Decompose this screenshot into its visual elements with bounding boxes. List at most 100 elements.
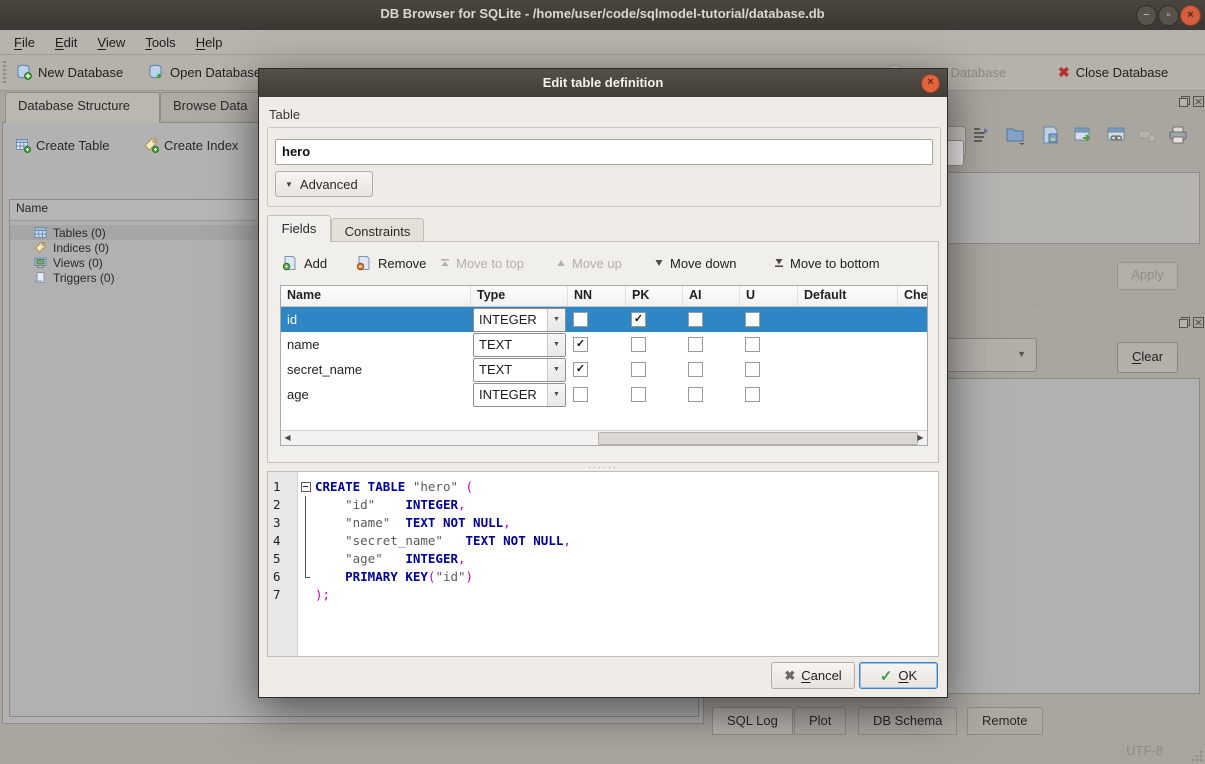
tab-plot-label: Plot — [809, 713, 831, 728]
table-name-input[interactable]: hero — [275, 139, 933, 165]
resize-grip[interactable] — [1191, 750, 1203, 762]
field-type-combo[interactable]: TEXT▼ — [471, 332, 568, 357]
move-to-bottom-button[interactable]: Move to bottom — [774, 250, 880, 276]
cancel-button[interactable]: ✖ Cancel — [771, 662, 855, 689]
grid-header-cell[interactable]: Type — [471, 286, 568, 306]
browser-link-icon[interactable] — [1106, 125, 1126, 145]
fold-marker — [298, 568, 313, 586]
ai-checkbox[interactable] — [688, 337, 703, 352]
toggle-icon[interactable] — [1138, 125, 1158, 145]
tab-db-schema[interactable]: DB Schema — [858, 707, 957, 735]
field-row[interactable]: id INTEGER▼ ✓ — [281, 307, 927, 332]
dock-float-icon[interactable] — [1179, 96, 1190, 107]
field-row[interactable]: secret_name TEXT▼ ✓ — [281, 357, 927, 382]
open-database-button[interactable]: Open Database — [142, 59, 267, 85]
tab-fields[interactable]: Fields — [267, 215, 331, 242]
scrollbar-thumb[interactable] — [598, 432, 918, 445]
chevron-down-icon[interactable]: ▼ — [547, 334, 565, 356]
menu-help[interactable]: Help — [186, 32, 233, 53]
u-checkbox[interactable] — [745, 337, 760, 352]
grid-header-cell[interactable]: AI — [683, 286, 740, 306]
open-database-icon — [148, 64, 164, 80]
field-type-combo[interactable]: TEXT▼ — [471, 357, 568, 382]
new-database-button[interactable]: New Database — [10, 59, 129, 85]
tab-constraints[interactable]: Constraints — [331, 218, 424, 242]
sql-fold-margin[interactable] — [298, 472, 313, 656]
chevron-down-icon[interactable]: ▼ — [547, 384, 565, 406]
scroll-right-icon[interactable]: ▶ — [914, 432, 927, 444]
grid-header-cell[interactable]: Name — [281, 286, 471, 306]
format-sql-icon[interactable] — [972, 125, 992, 145]
ai-checkbox[interactable] — [688, 387, 703, 402]
close-database-button[interactable]: ✖ Close Database — [1052, 59, 1174, 85]
ai-checkbox[interactable] — [688, 312, 703, 327]
field-row[interactable]: age INTEGER▼ — [281, 382, 927, 407]
fields-grid: NameTypeNNPKAIUDefaultCheck id INTEGER▼ … — [280, 285, 928, 446]
encoding-status: UTF-8 — [1126, 743, 1163, 758]
toolbar-drag-handle[interactable] — [3, 61, 6, 83]
ai-checkbox[interactable] — [688, 362, 703, 377]
apply-button[interactable]: Apply — [1117, 262, 1178, 290]
field-type-combo[interactable]: INTEGER▼ — [471, 307, 568, 332]
move-up-button[interactable]: Move up — [556, 250, 622, 276]
maximize-button[interactable]: ▫ — [1158, 5, 1179, 26]
menu-edit[interactable]: Edit — [45, 32, 87, 53]
execute-sql-icon[interactable] — [1073, 125, 1093, 145]
window-titlebar: DB Browser for SQLite - /home/user/code/… — [0, 0, 1205, 31]
u-checkbox[interactable] — [745, 387, 760, 402]
menu-file[interactable]: File — [4, 32, 45, 53]
nn-checkbox[interactable] — [573, 387, 588, 402]
ok-button[interactable]: ✓ OK — [859, 662, 938, 689]
chevron-down-icon[interactable]: ▼ — [547, 309, 565, 331]
clear-button[interactable]: Clear — [1117, 342, 1178, 373]
tree-item-label: Views (0) — [53, 256, 103, 270]
field-type-combo[interactable]: INTEGER▼ — [471, 382, 568, 407]
nn-checkbox[interactable] — [573, 312, 588, 327]
pk-checkbox[interactable]: ✓ — [631, 312, 646, 327]
create-table-button[interactable]: Create Table — [15, 133, 109, 157]
grid-header-cell[interactable]: Default — [798, 286, 898, 306]
u-checkbox[interactable] — [745, 312, 760, 327]
u-checkbox[interactable] — [745, 362, 760, 377]
table-label: Table — [269, 107, 300, 122]
tab-sql-log[interactable]: SQL Log — [712, 707, 793, 735]
print-icon[interactable] — [1168, 125, 1188, 145]
dock-close-icon[interactable] — [1193, 96, 1204, 107]
move-to-top-button[interactable]: Move to top — [440, 250, 524, 276]
remove-field-button[interactable]: Remove — [356, 250, 426, 276]
dialog-close-button[interactable]: × — [921, 74, 940, 93]
pk-checkbox[interactable] — [631, 387, 646, 402]
tab-database-structure[interactable]: Database Structure — [5, 92, 160, 123]
tab-browse-data[interactable]: Browse Data — [160, 92, 262, 121]
advanced-button[interactable]: ▼ Advanced — [275, 171, 373, 197]
grid-horizontal-scrollbar[interactable]: ◀ ▶ — [281, 430, 927, 445]
field-row[interactable]: name TEXT▼ ✓ — [281, 332, 927, 357]
create-index-button[interactable]: Create Index — [143, 133, 238, 157]
minimize-button[interactable]: − — [1136, 5, 1157, 26]
fold-marker[interactable] — [298, 478, 313, 496]
chevron-down-icon[interactable]: ▼ — [547, 359, 565, 381]
grid-header-cell[interactable]: NN — [568, 286, 626, 306]
dock-close-icon[interactable] — [1193, 317, 1204, 328]
grid-header-cell[interactable]: Check — [898, 286, 928, 306]
move-to-bottom-icon — [774, 258, 784, 268]
pk-checkbox[interactable] — [631, 362, 646, 377]
open-sql-file-icon[interactable] — [1005, 125, 1025, 145]
grid-header-cell[interactable]: PK — [626, 286, 683, 306]
move-down-button[interactable]: Move down — [654, 250, 736, 276]
dock-splitter[interactable]: ······ — [1020, 300, 1052, 311]
menu-tools[interactable]: Tools — [135, 32, 185, 53]
add-field-button[interactable]: Add — [282, 250, 327, 276]
grid-header-cell[interactable]: U — [740, 286, 798, 306]
nn-checkbox[interactable]: ✓ — [573, 337, 588, 352]
scroll-left-icon[interactable]: ◀ — [281, 432, 294, 444]
tab-plot[interactable]: Plot — [794, 707, 846, 735]
tab-remote[interactable]: Remote — [967, 707, 1043, 735]
pk-checkbox[interactable] — [631, 337, 646, 352]
save-sql-file-icon[interactable] — [1040, 125, 1060, 145]
dock-float-icon[interactable] — [1179, 317, 1190, 328]
menu-view[interactable]: View — [87, 32, 135, 53]
close-window-button[interactable]: × — [1180, 5, 1201, 26]
nn-checkbox[interactable]: ✓ — [573, 362, 588, 377]
dialog-titlebar[interactable]: Edit table definition — [259, 69, 947, 97]
